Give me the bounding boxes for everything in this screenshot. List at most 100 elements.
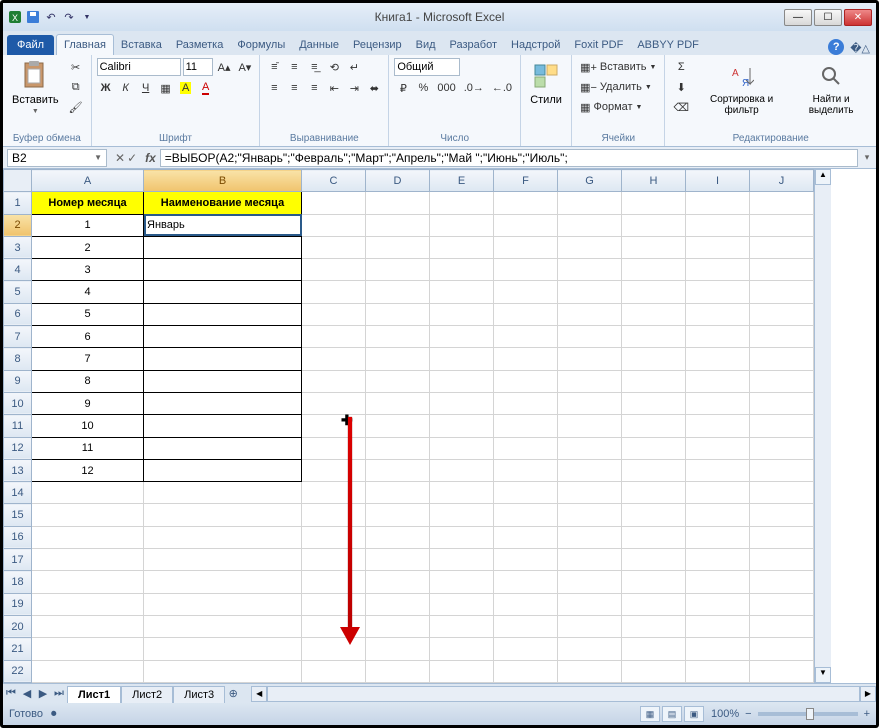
cell[interactable] xyxy=(144,326,302,348)
cell[interactable] xyxy=(750,415,814,437)
cell[interactable] xyxy=(558,660,622,682)
row-header[interactable]: 5 xyxy=(4,281,32,303)
cell[interactable] xyxy=(750,482,814,504)
cell[interactable] xyxy=(366,192,430,214)
cell[interactable] xyxy=(750,236,814,258)
zoom-out-icon[interactable]: − xyxy=(745,708,751,720)
insert-cells-button[interactable]: ▦+Вставить▼ xyxy=(577,58,659,76)
cell[interactable] xyxy=(622,549,686,571)
row-header[interactable]: 12 xyxy=(4,437,32,459)
cell[interactable] xyxy=(686,660,750,682)
cell[interactable] xyxy=(430,236,494,258)
tab-addins[interactable]: Надстрой xyxy=(504,35,567,55)
cell[interactable] xyxy=(622,615,686,637)
cell[interactable] xyxy=(302,482,366,504)
cell[interactable] xyxy=(750,526,814,548)
macro-record-icon[interactable]: ⏺ xyxy=(51,708,57,721)
italic-button[interactable]: К xyxy=(117,79,135,97)
worksheet-grid[interactable]: ABCDEFGHIJ1Номер месяцаНаименование меся… xyxy=(3,169,876,683)
cell[interactable] xyxy=(750,504,814,526)
row-header[interactable]: 10 xyxy=(4,392,32,414)
row-header[interactable]: 20 xyxy=(4,615,32,637)
cell[interactable] xyxy=(686,593,750,615)
cell[interactable] xyxy=(686,192,750,214)
cell[interactable] xyxy=(494,615,558,637)
cell[interactable]: 3 xyxy=(32,259,144,281)
scroll-down-icon[interactable]: ▼ xyxy=(815,667,831,683)
cell[interactable] xyxy=(144,281,302,303)
cell[interactable] xyxy=(430,192,494,214)
cell[interactable] xyxy=(558,236,622,258)
cell[interactable] xyxy=(32,504,144,526)
cell[interactable] xyxy=(144,593,302,615)
scroll-up-icon[interactable]: ▲ xyxy=(815,169,831,185)
cell[interactable] xyxy=(144,638,302,660)
cell[interactable] xyxy=(302,281,366,303)
cell[interactable] xyxy=(494,660,558,682)
cell[interactable]: 1 xyxy=(32,214,144,236)
cell[interactable] xyxy=(430,593,494,615)
tab-developer[interactable]: Разработ xyxy=(443,35,504,55)
cell[interactable] xyxy=(494,326,558,348)
tab-insert[interactable]: Вставка xyxy=(114,35,169,55)
delete-cells-button[interactable]: ▦−Удалить▼ xyxy=(577,78,655,96)
help-icon[interactable]: ? xyxy=(828,39,844,55)
cell[interactable] xyxy=(686,571,750,593)
enter-icon[interactable]: ✓ xyxy=(127,151,137,165)
align-middle-icon[interactable]: ≡ xyxy=(285,58,303,76)
increase-decimal-icon[interactable]: .0→ xyxy=(461,79,487,97)
cell[interactable] xyxy=(686,615,750,637)
cell[interactable] xyxy=(686,348,750,370)
zoom-in-icon[interactable]: + xyxy=(864,708,870,720)
cell[interactable] xyxy=(750,259,814,281)
cell[interactable] xyxy=(558,459,622,481)
cell[interactable] xyxy=(750,571,814,593)
cell[interactable] xyxy=(302,526,366,548)
row-header[interactable]: 2 xyxy=(4,214,32,236)
scroll-track[interactable] xyxy=(267,686,860,702)
cell[interactable] xyxy=(144,660,302,682)
cell[interactable] xyxy=(622,392,686,414)
cell[interactable] xyxy=(302,459,366,481)
cell[interactable] xyxy=(366,638,430,660)
cell[interactable] xyxy=(366,281,430,303)
maximize-button[interactable]: ☐ xyxy=(814,9,842,26)
cell[interactable]: Наименование месяца xyxy=(144,192,302,214)
select-all-corner[interactable] xyxy=(4,170,32,192)
redo-icon[interactable]: ↷ xyxy=(61,9,77,25)
row-header[interactable]: 8 xyxy=(4,348,32,370)
first-sheet-icon[interactable]: ⏮ xyxy=(3,687,19,700)
cell[interactable] xyxy=(32,615,144,637)
decrease-indent-icon[interactable]: ⇤ xyxy=(325,79,343,97)
cell[interactable] xyxy=(302,571,366,593)
cell[interactable] xyxy=(430,459,494,481)
name-box[interactable]: B2 ▼ xyxy=(7,149,107,167)
scroll-left-icon[interactable]: ◀ xyxy=(251,686,267,702)
cell[interactable] xyxy=(558,638,622,660)
row-header[interactable]: 7 xyxy=(4,326,32,348)
cell[interactable] xyxy=(622,326,686,348)
sheet-tab[interactable]: Лист1 xyxy=(67,686,121,703)
cell[interactable] xyxy=(302,615,366,637)
cell[interactable] xyxy=(430,326,494,348)
sheet-tab[interactable]: Лист2 xyxy=(121,686,173,703)
cell[interactable]: 4 xyxy=(32,281,144,303)
cell[interactable]: 9 xyxy=(32,392,144,414)
row-header[interactable]: 15 xyxy=(4,504,32,526)
align-right-icon[interactable]: ≡ xyxy=(305,79,323,97)
fill-color-icon[interactable]: A xyxy=(177,79,195,97)
autosum-icon[interactable]: Σ xyxy=(670,58,692,76)
cell[interactable] xyxy=(430,281,494,303)
column-header[interactable]: E xyxy=(430,170,494,192)
cell[interactable] xyxy=(558,437,622,459)
cell[interactable] xyxy=(622,526,686,548)
cell[interactable] xyxy=(686,214,750,236)
cell[interactable] xyxy=(302,549,366,571)
cell[interactable] xyxy=(750,660,814,682)
fx-icon[interactable]: fx xyxy=(141,151,160,165)
cell[interactable] xyxy=(494,303,558,325)
qat-dropdown-icon[interactable]: ▼ xyxy=(79,9,95,25)
cell[interactable] xyxy=(366,326,430,348)
cell[interactable] xyxy=(144,482,302,504)
border-icon[interactable]: ▦ xyxy=(157,79,175,97)
